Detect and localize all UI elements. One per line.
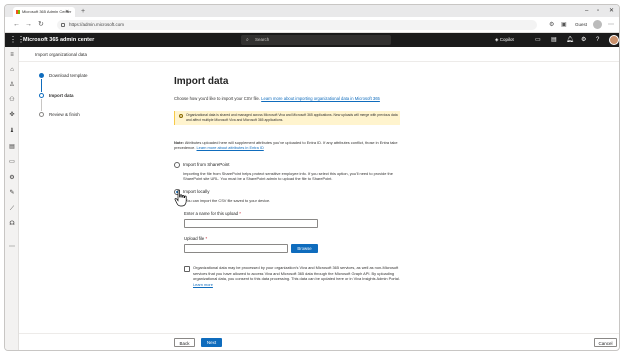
resources-icon[interactable]: ♝ bbox=[8, 127, 16, 135]
consent-text: Organizational data may be processed by … bbox=[193, 265, 403, 287]
hand-pointer-icon bbox=[174, 189, 187, 207]
info-icon: i bbox=[179, 114, 183, 118]
bell-icon[interactable]: 🔔︎ bbox=[566, 33, 574, 47]
user-icon[interactable]: ♙ bbox=[8, 81, 16, 89]
browser-window: Microsoft 365 Admin Center ✕ + – ▫ ✕ ← →… bbox=[4, 4, 620, 351]
health-icon[interactable]: ☊ bbox=[8, 220, 16, 228]
reports-icon[interactable]: ⟋ bbox=[8, 205, 16, 213]
intro-body: Choose how you'd like to import your CSV… bbox=[174, 96, 260, 101]
billing-icon[interactable]: ▤ bbox=[8, 143, 16, 151]
sharepoint-option-label[interactable]: Import from SharePoint bbox=[183, 162, 230, 168]
search-icon: ⌕ bbox=[246, 37, 249, 43]
address-bar: ← → ↻ https://admin.microsoft.com ⚙ ▣ Gu… bbox=[5, 17, 619, 33]
setup-icon[interactable]: ✎ bbox=[8, 189, 16, 197]
info-banner: i Organizational data is shared and mana… bbox=[174, 111, 400, 125]
refresh-icon[interactable]: ↻ bbox=[38, 20, 44, 30]
minimize-icon[interactable]: – bbox=[585, 7, 588, 15]
note-text: Note: Attributes uploaded here will supp… bbox=[174, 140, 400, 151]
copilot-button[interactable]: ◈ Copilot bbox=[495, 33, 514, 47]
browse-button[interactable]: Browse bbox=[291, 244, 318, 253]
lock-icon bbox=[61, 23, 65, 27]
back-arrow-icon[interactable]: ← bbox=[13, 20, 20, 30]
upload-file-label-text: Upload file bbox=[184, 236, 205, 241]
roles-icon[interactable]: ✜ bbox=[8, 111, 16, 119]
footer-divider bbox=[19, 333, 619, 334]
app-header: ⋮⋮ Microsoft 365 admin center ⌕ Search ◈… bbox=[5, 33, 619, 47]
step-2-label[interactable]: Import data bbox=[49, 93, 74, 99]
microsoft-logo-icon bbox=[16, 10, 20, 14]
chat-icon[interactable]: ▤ bbox=[551, 33, 557, 47]
forward-arrow-icon[interactable]: → bbox=[25, 20, 32, 30]
step-1-label[interactable]: Download template bbox=[49, 73, 88, 79]
local-option-desc: You can import the CSV file saved to you… bbox=[185, 198, 271, 203]
upload-name-label-text: Enter a name for this upload bbox=[184, 211, 238, 216]
support-icon[interactable]: ▭ bbox=[8, 158, 16, 166]
extensions-icon[interactable]: ⚙ bbox=[549, 20, 554, 30]
required-marker: * bbox=[239, 211, 241, 216]
upload-file-label: Upload file * bbox=[184, 236, 207, 242]
step-3-label[interactable]: Review & finish bbox=[49, 112, 80, 118]
upload-file-input[interactable] bbox=[184, 244, 288, 253]
search-box[interactable]: ⌕ Search bbox=[241, 35, 391, 45]
new-tab-icon[interactable]: + bbox=[81, 7, 85, 17]
step-connector bbox=[41, 99, 42, 111]
search-placeholder: Search bbox=[255, 37, 270, 42]
divider bbox=[19, 61, 619, 62]
copilot-label: Copilot bbox=[499, 37, 514, 42]
profile-avatar[interactable] bbox=[593, 20, 602, 29]
sharepoint-option-desc: Importing the file from SharePoint helps… bbox=[183, 171, 393, 182]
consent-body: Organizational data may be processed by … bbox=[193, 265, 400, 282]
step-1-indicator bbox=[39, 73, 44, 78]
url-field[interactable]: https://admin.microsoft.com bbox=[57, 20, 537, 30]
step-connector bbox=[41, 79, 42, 92]
browser-tab-title: Microsoft 365 Admin Center bbox=[22, 9, 72, 14]
monitor-icon[interactable]: ▭ bbox=[535, 33, 541, 47]
profile-label[interactable]: Guest bbox=[575, 20, 587, 30]
note-label: Note: bbox=[174, 140, 184, 145]
left-nav-rail: ≡ ⌂ ♙ ⚇ ✜ ♝ ▤ ▭ ⚙ ✎ ⟋ ☊ ⋯ bbox=[5, 47, 19, 350]
intro-text: Choose how you'd like to import your CSV… bbox=[174, 96, 404, 102]
maximize-icon[interactable]: ▫ bbox=[597, 7, 599, 15]
step-3-indicator bbox=[39, 112, 44, 117]
menu-icon[interactable]: ≡ bbox=[8, 51, 16, 59]
next-button[interactable]: Next bbox=[201, 338, 222, 347]
consent-learn-more-link[interactable]: Learn more bbox=[193, 282, 213, 287]
cancel-button[interactable]: Cancel bbox=[594, 338, 617, 347]
help-icon[interactable]: ? bbox=[596, 33, 599, 47]
window-close-icon[interactable]: ✕ bbox=[609, 7, 614, 15]
gear-icon[interactable]: ⚙ bbox=[581, 33, 586, 47]
entra-attributes-link[interactable]: Learn more about attributes in Entra ID bbox=[197, 145, 264, 150]
more-options-icon[interactable]: ⋯ bbox=[608, 20, 614, 30]
home-icon[interactable]: ⌂ bbox=[8, 66, 16, 74]
browser-tab-strip: Microsoft 365 Admin Center ✕ + – ▫ ✕ bbox=[5, 5, 619, 17]
app-title[interactable]: Microsoft 365 admin center bbox=[23, 33, 94, 47]
settings-icon[interactable]: ⚙ bbox=[8, 174, 16, 182]
user-avatar[interactable] bbox=[609, 35, 619, 45]
upload-name-label: Enter a name for this upload * bbox=[184, 211, 241, 217]
collections-icon[interactable]: ▣ bbox=[561, 20, 567, 30]
tab-close-icon[interactable]: ✕ bbox=[65, 7, 69, 17]
more-nav-icon[interactable]: ⋯ bbox=[8, 243, 16, 251]
step-2-indicator bbox=[39, 93, 44, 98]
sharepoint-radio[interactable] bbox=[174, 162, 180, 168]
url-text: https://admin.microsoft.com bbox=[69, 22, 125, 27]
page-title: Import data bbox=[174, 76, 229, 87]
back-button[interactable]: Back bbox=[174, 338, 195, 347]
required-marker: * bbox=[205, 236, 208, 241]
banner-text: Organizational data is shared and manage… bbox=[186, 113, 398, 122]
consent-checkbox[interactable] bbox=[184, 266, 190, 272]
upload-name-input[interactable] bbox=[184, 219, 318, 228]
learn-more-import-link[interactable]: Learn more about importing organizationa… bbox=[261, 96, 380, 101]
breadcrumb: Import organizational data bbox=[35, 52, 88, 57]
groups-icon[interactable]: ⚇ bbox=[8, 96, 16, 104]
